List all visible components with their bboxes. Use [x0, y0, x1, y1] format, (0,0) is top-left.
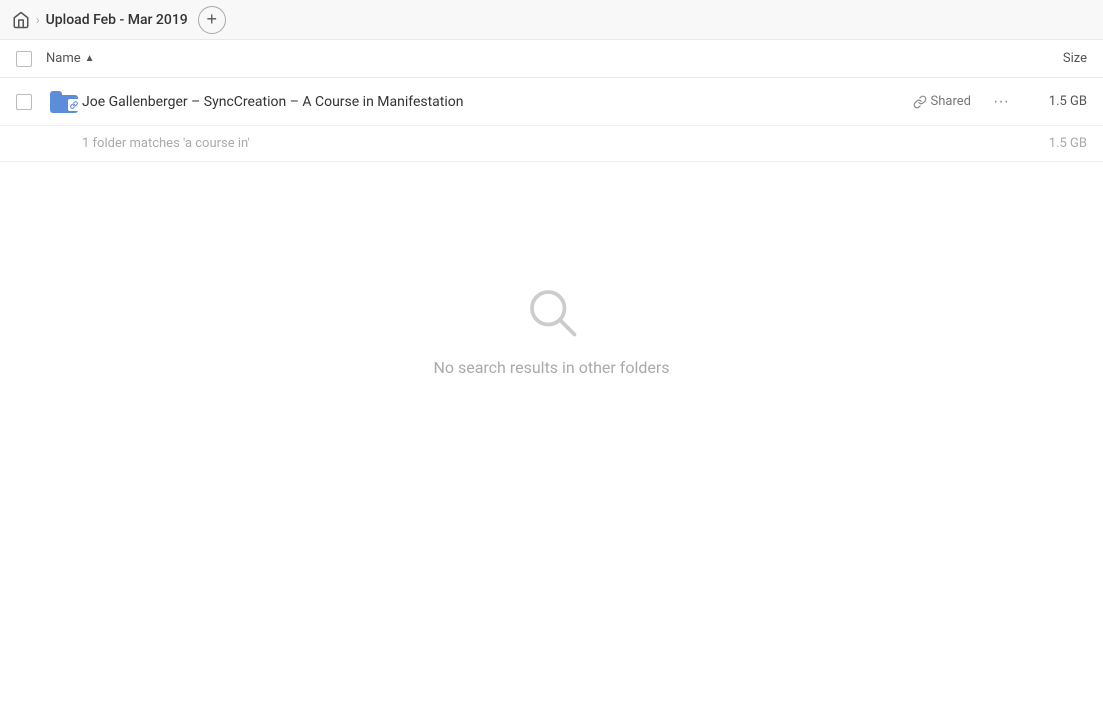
shared-badge: Shared	[913, 94, 971, 109]
match-info-text: 1 folder matches 'a course in'	[82, 136, 1027, 151]
folder-link-icon	[50, 91, 78, 113]
select-all-checkbox[interactable]	[16, 51, 32, 67]
file-icon-wrap	[46, 91, 82, 113]
breadcrumb-chevron: ›	[36, 13, 40, 27]
more-options-button[interactable]: ···	[987, 88, 1015, 116]
file-checkbox-col[interactable]	[16, 94, 46, 110]
folder-body	[50, 95, 78, 113]
select-all-checkbox-col[interactable]	[16, 51, 46, 67]
name-column-header[interactable]: Name ▲	[46, 51, 1007, 66]
match-info-size: 1.5 GB	[1027, 136, 1087, 151]
add-button[interactable]: +	[198, 6, 226, 34]
link-overlay-icon	[68, 99, 80, 111]
shared-label: Shared	[931, 94, 971, 109]
more-dots-icon: ···	[993, 93, 1009, 111]
no-results-search-icon	[522, 282, 582, 342]
no-results-area: No search results in other folders	[0, 162, 1103, 377]
breadcrumb-bar: › Upload Feb - Mar 2019 +	[0, 0, 1103, 40]
sort-arrow-icon: ▲	[85, 53, 95, 64]
match-info-row: 1 folder matches 'a course in' 1.5 GB	[0, 126, 1103, 162]
link-icon	[913, 95, 927, 109]
no-results-text: No search results in other folders	[433, 358, 669, 377]
home-button[interactable]	[12, 11, 30, 29]
home-icon	[12, 11, 30, 29]
file-size: 1.5 GB	[1027, 94, 1087, 109]
column-header: Name ▲ Size	[0, 40, 1103, 78]
file-name: Joe Gallenberger – SyncCreation – A Cour…	[82, 94, 913, 110]
size-column-header: Size	[1007, 51, 1087, 66]
file-checkbox[interactable]	[16, 94, 32, 110]
breadcrumb-path: Upload Feb - Mar 2019	[46, 12, 188, 28]
file-row[interactable]: Joe Gallenberger – SyncCreation – A Cour…	[0, 78, 1103, 126]
